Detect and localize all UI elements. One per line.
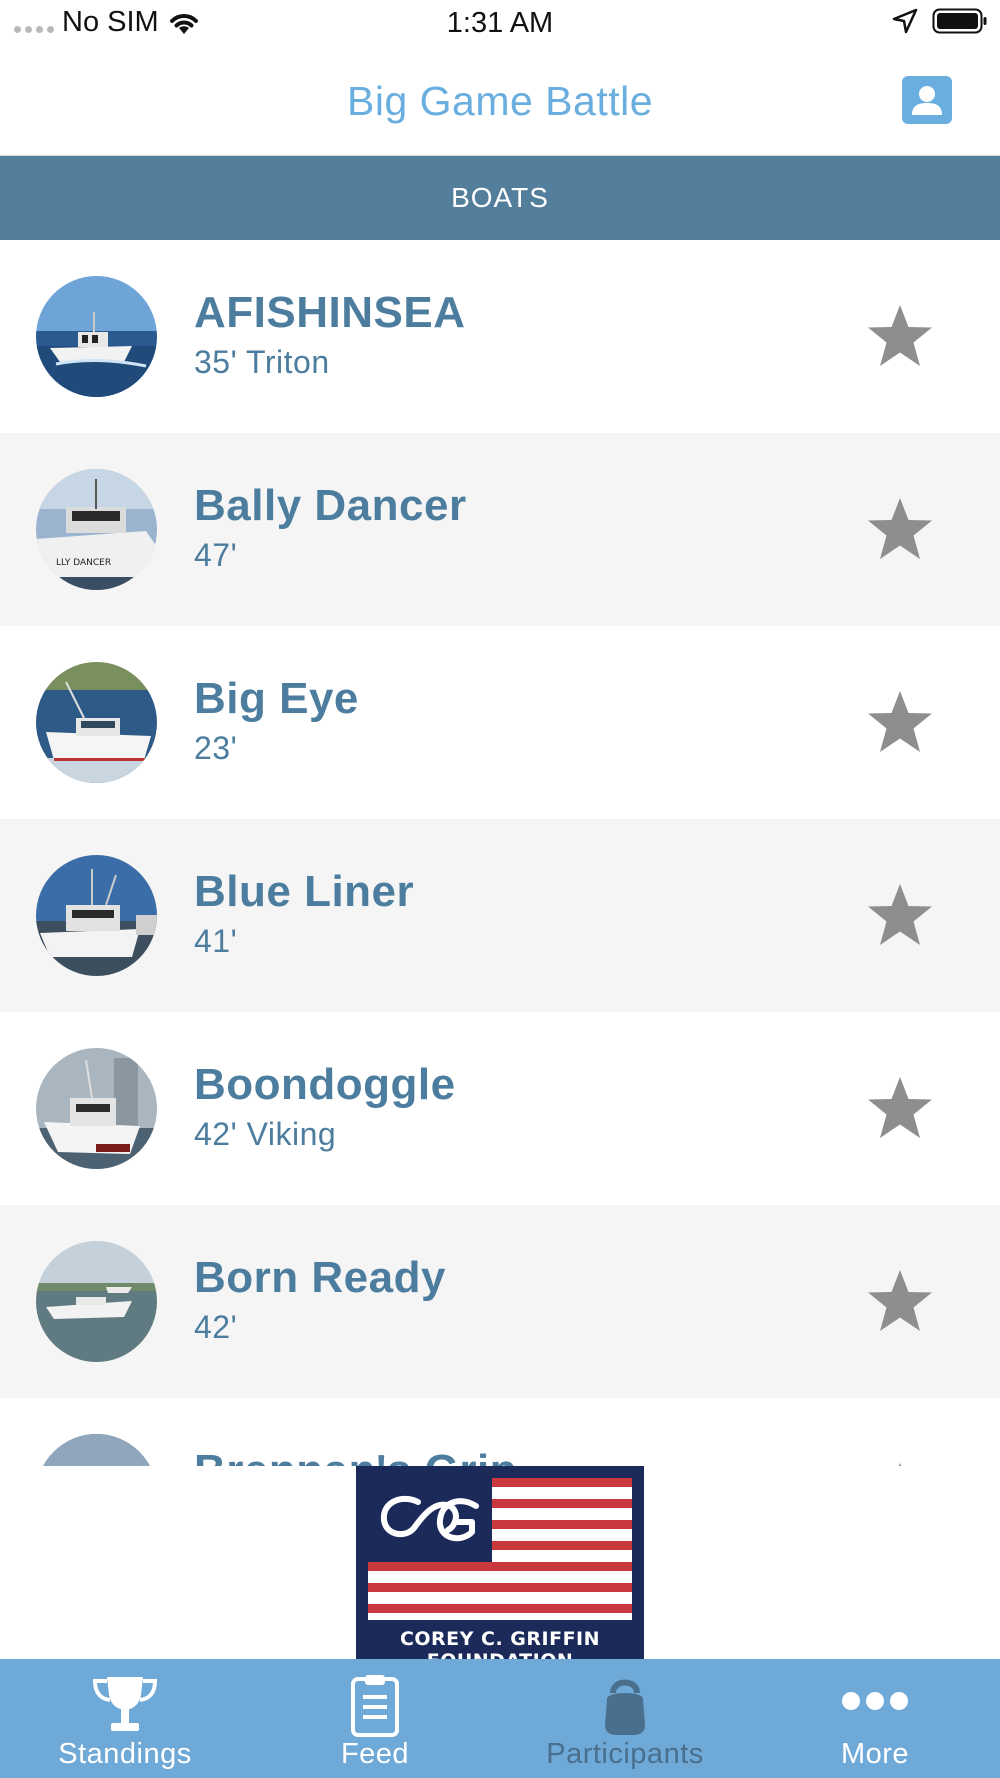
boat-row[interactable]: Brennan's Grip xyxy=(0,1398,1000,1466)
section-header: BOATS xyxy=(0,156,1000,240)
user-icon xyxy=(912,86,942,115)
favorite-star-icon[interactable] xyxy=(866,303,934,369)
tab-label: More xyxy=(840,1738,910,1770)
boat-row[interactable]: Born Ready 42' xyxy=(0,1205,1000,1398)
tab-standings[interactable]: Standings xyxy=(0,1659,250,1778)
boat-photo xyxy=(36,855,157,976)
bottom-tab-bar: Standings Feed Participants More xyxy=(0,1659,1000,1778)
boat-name: Blue Liner xyxy=(194,867,415,916)
tab-label: Standings xyxy=(58,1738,192,1770)
tab-more[interactable]: More xyxy=(750,1659,1000,1778)
boat-photo xyxy=(36,662,157,783)
clipboard-icon xyxy=(335,1673,415,1737)
boat-name: Brennan's Grip xyxy=(194,1446,517,1466)
sponsor-banner[interactable]: COREY C. GRIFFIN FOUNDATION xyxy=(0,1466,1000,1672)
tab-participants[interactable]: Participants xyxy=(500,1659,750,1778)
clock: 1:31 AM xyxy=(446,7,554,39)
status-bar: No SIM 1:31 AM xyxy=(0,0,1000,48)
status-right xyxy=(892,8,988,34)
boat-details: 23' xyxy=(194,730,238,766)
page-title: Big Game Battle xyxy=(346,78,654,124)
boat-row[interactable]: Big Eye 23' xyxy=(0,626,1000,819)
battery-icon xyxy=(932,8,987,34)
boat-row[interactable]: AFISHINSEA 35' Triton xyxy=(0,240,1000,433)
boat-name: Boondoggle xyxy=(194,1060,456,1109)
favorite-star-icon[interactable] xyxy=(866,496,934,562)
tab-label: Feed xyxy=(340,1738,410,1770)
boat-row[interactable]: LLY DANCER Bally Dancer 47' xyxy=(0,433,1000,626)
boat-details: 42' xyxy=(194,1309,238,1345)
favorite-star-icon[interactable] xyxy=(866,882,934,948)
tab-feed[interactable]: Feed xyxy=(250,1659,500,1778)
favorite-star-icon[interactable] xyxy=(866,1268,934,1334)
favorite-star-icon[interactable] xyxy=(866,689,934,755)
boat-photo: LLY DANCER xyxy=(36,469,157,590)
boat-details: 42' Viking xyxy=(194,1116,337,1152)
favorite-star-icon[interactable] xyxy=(866,1075,934,1141)
sponsor-logo[interactable]: COREY C. GRIFFIN FOUNDATION xyxy=(356,1466,644,1672)
boat-name: Bally Dancer xyxy=(194,481,467,530)
trophy-icon xyxy=(85,1673,165,1737)
boat-details: 35' Triton xyxy=(194,344,330,380)
boat-photo xyxy=(36,1048,157,1169)
tab-label: Participants xyxy=(546,1738,704,1770)
boat-photo xyxy=(36,276,157,397)
svg-text:LLY DANCER: LLY DANCER xyxy=(56,558,111,568)
boat-name: AFISHINSEA xyxy=(194,288,466,337)
boat-details: 47' xyxy=(194,537,238,573)
location-arrow-icon xyxy=(892,8,918,34)
app-header: Big Game Battle xyxy=(0,48,1000,156)
boat-details: 41' xyxy=(194,923,238,959)
profile-button[interactable] xyxy=(902,76,952,124)
more-dots-icon xyxy=(835,1673,915,1737)
boat-name: Big Eye xyxy=(194,674,359,723)
boat-photo xyxy=(36,1241,157,1362)
boat-photo xyxy=(36,1434,157,1466)
boat-name: Born Ready xyxy=(194,1253,446,1302)
boat-list[interactable]: AFISHINSEA 35' Triton LLY DANCER Bally D… xyxy=(0,240,1000,1466)
boat-row[interactable]: Boondoggle 42' Viking xyxy=(0,1012,1000,1205)
boat-row[interactable]: Blue Liner 41' xyxy=(0,819,1000,1012)
kettlebell-icon xyxy=(585,1673,665,1737)
section-title: BOATS xyxy=(451,182,549,213)
